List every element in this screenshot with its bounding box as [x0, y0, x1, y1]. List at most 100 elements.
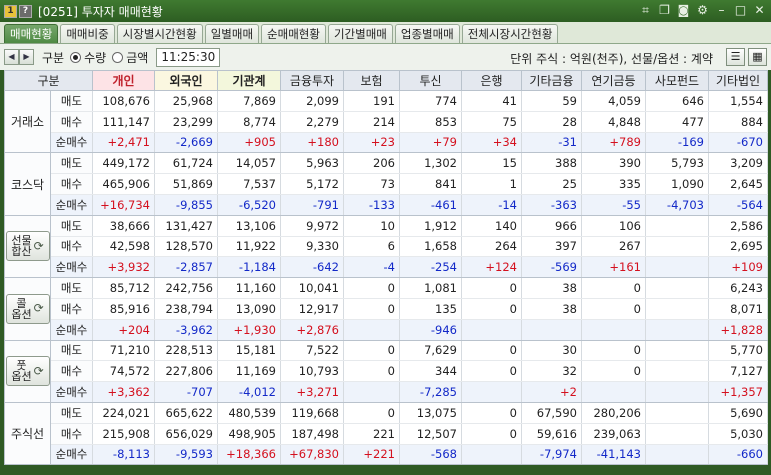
value-cell: 51,869 — [154, 173, 218, 195]
value-cell: 238,794 — [154, 298, 218, 320]
radio-quantity[interactable]: 수량 — [70, 49, 106, 66]
column-header-9[interactable]: 연기금등 — [581, 70, 646, 91]
row-type-label: 순매수 — [50, 319, 93, 341]
value-cell — [645, 319, 709, 341]
value-cell: 2,586 — [708, 215, 768, 237]
value-cell: -2,857 — [154, 256, 218, 279]
close-icon[interactable]: ✕ — [752, 3, 767, 18]
value-cell — [645, 381, 709, 403]
value-cell: -946 — [399, 319, 462, 341]
value-cell: 0 — [343, 402, 400, 424]
value-cell: 214 — [343, 111, 400, 133]
value-cell: 0 — [581, 340, 646, 362]
table-row: 매수 111,147 23,299 8,774 2,279 214 853 75 28 4,848… — [5, 111, 768, 133]
column-header-5[interactable]: 보험 — [343, 70, 400, 91]
value-cell: -9,855 — [154, 194, 218, 216]
value-cell — [521, 319, 582, 341]
value-cell: 111,147 — [92, 111, 155, 133]
value-cell: 30 — [521, 340, 582, 362]
radio-quantity-dot[interactable] — [70, 51, 82, 63]
value-cell: 13,090 — [217, 298, 281, 320]
value-cell: 0 — [461, 402, 522, 424]
link-icon[interactable]: ⌗ — [638, 3, 653, 18]
value-cell — [581, 319, 646, 341]
column-header-4[interactable]: 금융투자 — [280, 70, 344, 91]
radio-amount-dot[interactable] — [112, 51, 124, 63]
column-header-1[interactable]: 개인 — [92, 70, 155, 91]
unit-text: 단위 주식 : 억원(천주), 선물/옵션 : 계약 — [510, 52, 713, 66]
tab-1[interactable]: 매매비중 — [60, 24, 115, 43]
value-cell: -4 — [343, 256, 400, 279]
next-arrow-icon[interactable]: ▶ — [19, 49, 34, 65]
value-cell: 85,712 — [92, 277, 155, 299]
value-cell: +1,930 — [217, 319, 281, 341]
value-cell: 135 — [399, 298, 462, 320]
table-row: 거래소 매도 108,676 25,968 7,869 2,099 191 774 41 59 4,… — [4, 89, 768, 154]
time-field[interactable]: 11:25:30 — [156, 47, 221, 67]
value-cell: 5,030 — [708, 423, 768, 445]
group-cell[interactable]: 풋 옵션 ⟳ — [4, 339, 51, 403]
grid-view-icon[interactable]: ▦ — [748, 48, 767, 66]
group-cell[interactable]: 선물 합산 ⟳ — [4, 214, 51, 279]
column-header-6[interactable]: 투신 — [399, 70, 462, 91]
refresh-icon[interactable]: ⟳ — [34, 365, 44, 377]
value-cell: 335 — [581, 173, 646, 195]
window-number-badge[interactable]: 1 — [4, 4, 17, 18]
camera-icon[interactable]: ◙ — [676, 3, 691, 18]
tab-2[interactable]: 시장별시간현황 — [116, 24, 203, 43]
radio-amount-label: 금액 — [126, 50, 149, 65]
value-cell: -568 — [399, 444, 462, 466]
value-cell: 2,279 — [280, 111, 344, 133]
tab-6[interactable]: 업종별매매 — [394, 24, 460, 43]
value-cell — [645, 277, 709, 299]
column-header-11[interactable]: 기타법인 — [708, 70, 768, 91]
value-cell: -660 — [708, 444, 768, 466]
maximize-icon[interactable]: □ — [733, 3, 748, 18]
value-cell: 1,658 — [399, 236, 462, 258]
value-cell: 0 — [461, 340, 522, 362]
value-cell: -1,184 — [217, 256, 281, 279]
group-label: 주식선 — [10, 427, 45, 442]
value-cell: -670 — [708, 132, 768, 154]
value-cell: 280,206 — [581, 402, 646, 424]
value-cell: 119,668 — [280, 402, 344, 424]
prev-arrow-icon[interactable]: ◀ — [4, 49, 19, 65]
refresh-icon[interactable]: ⟳ — [34, 240, 44, 252]
value-cell: 1,302 — [399, 152, 462, 175]
group-toggle-button[interactable]: 선물 합산 ⟳ — [5, 231, 50, 262]
value-cell: 131,427 — [154, 215, 218, 237]
value-cell: -569 — [521, 256, 582, 279]
value-cell: 9,972 — [280, 215, 344, 237]
row-type-label: 매수 — [50, 173, 93, 195]
tab-0[interactable]: 매매현황 — [4, 24, 59, 43]
group-toggle-button[interactable]: 풋 옵션 ⟳ — [5, 356, 50, 387]
help-badge[interactable]: ? — [19, 4, 32, 18]
value-cell: +18,366 — [217, 444, 281, 466]
tab-3[interactable]: 일별매매 — [204, 24, 260, 43]
group-cell[interactable]: 콜 옵션 ⟳ — [4, 277, 51, 341]
group-toggle-button[interactable]: 콜 옵션 ⟳ — [5, 293, 50, 324]
value-cell: 15 — [461, 152, 522, 175]
copy-icon[interactable]: ❐ — [657, 3, 672, 18]
column-header-2[interactable]: 외국인 — [154, 70, 218, 91]
column-header-8[interactable]: 기타금융 — [521, 70, 582, 91]
radio-amount[interactable]: 금액 — [112, 49, 148, 66]
column-header-7[interactable]: 은행 — [461, 70, 522, 91]
row-type-label: 매수 — [50, 298, 93, 320]
minimize-icon[interactable]: – — [714, 3, 729, 18]
value-cell: 10 — [343, 215, 400, 237]
tab-4[interactable]: 순매매현황 — [261, 24, 326, 43]
value-cell: +161 — [581, 256, 646, 279]
column-header-10[interactable]: 사모펀드 — [645, 70, 709, 91]
column-header-3[interactable]: 기관계 — [217, 70, 281, 91]
value-cell — [645, 402, 709, 424]
tab-7[interactable]: 전체시장시간현황 — [461, 24, 559, 43]
value-cell: 397 — [521, 236, 582, 258]
refresh-icon[interactable]: ⟳ — [34, 302, 44, 314]
row-type-label: 매도 — [50, 215, 93, 237]
value-cell: 465,906 — [92, 173, 155, 195]
gear-icon[interactable]: ⚙ — [695, 3, 710, 18]
list-view-icon[interactable]: ☰ — [726, 48, 745, 66]
value-cell: 128,570 — [154, 236, 218, 258]
tab-5[interactable]: 기간별매매 — [327, 24, 393, 43]
